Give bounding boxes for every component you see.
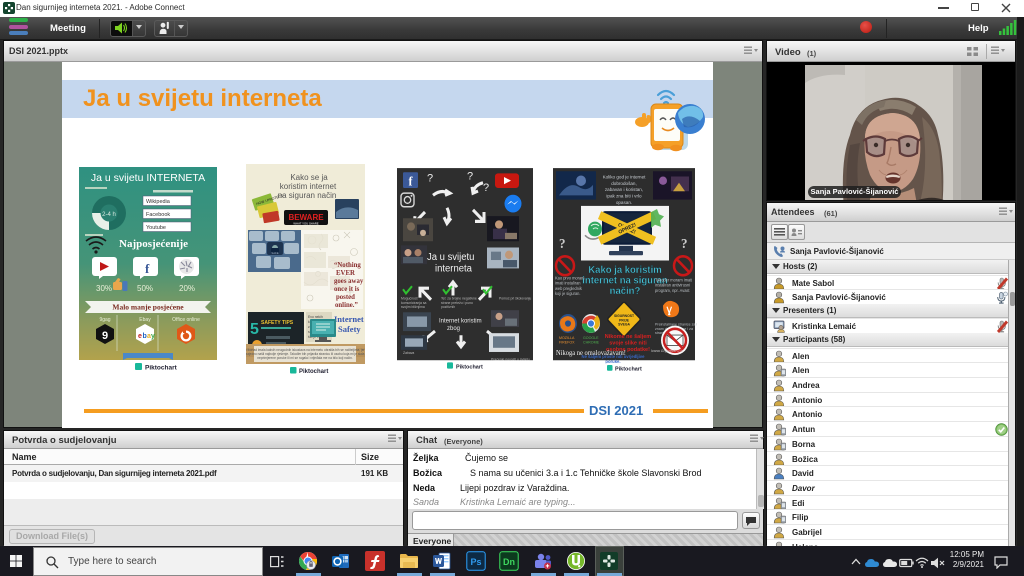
svg-text:Ps: Ps xyxy=(470,557,481,567)
svg-text:Internet koristim: Internet koristim xyxy=(439,318,482,325)
svg-text:način?: način? xyxy=(610,286,641,297)
svg-text:poruke.: poruke. xyxy=(605,359,620,364)
svg-text:na siguran način: na siguran način xyxy=(278,191,337,200)
svg-text:f: f xyxy=(145,261,150,276)
svg-text:posted: posted xyxy=(336,294,355,301)
svg-text:neprimjerene poruke ili mi se: neprimjerene poruke ili mi se rugala i v… xyxy=(257,356,353,360)
svg-text:Zabava: Zabava xyxy=(403,351,414,355)
svg-text:Piktochart: Piktochart xyxy=(615,367,642,373)
svg-text:30%: 30% xyxy=(96,284,112,293)
svg-text:SAFE: SAFE xyxy=(271,251,278,255)
svg-text:?: ? xyxy=(483,182,489,194)
svg-text:FIREFOX: FIREFOX xyxy=(559,340,575,344)
svg-text:WHAT YOU SHARE: WHAT YOU SHARE xyxy=(293,222,318,226)
svg-text:Internet: Internet xyxy=(334,314,364,324)
svg-text:2-4 h: 2-4 h xyxy=(102,212,116,218)
svg-text:svoje slike niti: svoje slike niti xyxy=(609,340,647,346)
svg-text:Ja u svijetu: Ja u svijetu xyxy=(427,252,474,263)
svg-text:koristim internet: koristim internet xyxy=(280,182,337,191)
svg-text:Pomoć pri školovanju: Pomoć pri školovanju xyxy=(499,297,531,301)
svg-text:svojim bližnjima: svojim bližnjima xyxy=(401,305,425,309)
svg-text:online.”: online.” xyxy=(335,302,358,309)
svg-text:9gag: 9gag xyxy=(99,317,110,323)
svg-text:Ja u svijetu INTERNETA: Ja u svijetu INTERNETA xyxy=(91,172,205,184)
svg-text:opasan.: opasan. xyxy=(616,200,632,205)
svg-text:Nikome ne šaljem: Nikome ne šaljem xyxy=(605,334,651,340)
svg-text:?: ? xyxy=(467,170,473,182)
svg-text:?: ? xyxy=(427,172,433,184)
svg-text:Safety: Safety xyxy=(338,324,361,334)
svg-text:once it is: once it is xyxy=(334,286,360,293)
svg-text:EVER: EVER xyxy=(336,270,355,277)
svg-text:?: ? xyxy=(559,236,565,251)
svg-text:zabavan i koristan,: zabavan i koristan, xyxy=(605,187,643,192)
svg-text:Koliko god je internet: Koliko god je internet xyxy=(603,175,647,180)
svg-text:y: y xyxy=(151,333,155,340)
svg-text:interneta: interneta xyxy=(435,263,473,274)
svg-text:Piktochart: Piktochart xyxy=(456,365,483,371)
svg-text:?: ? xyxy=(681,236,687,251)
svg-text:program, npr. Avast: program, npr. Avast xyxy=(655,288,690,293)
svg-text:Dn: Dn xyxy=(503,557,515,567)
svg-text:9: 9 xyxy=(102,330,108,342)
svg-text:Malo manje posjećene: Malo manje posjećene xyxy=(112,303,184,312)
svg-text:SAFETY TIPS: SAFETY TIPS xyxy=(261,320,294,326)
svg-text:goes away: goes away xyxy=(334,278,364,285)
svg-text:zbog: zbog xyxy=(447,325,461,332)
svg-text:pozitivnih: pozitivnih xyxy=(441,305,455,309)
svg-text:ipak zna biti i vrlo: ipak zna biti i vrlo xyxy=(606,193,642,198)
svg-text:Ebay: Ebay xyxy=(139,317,151,323)
svg-text:dobrodošan,: dobrodošan, xyxy=(611,181,637,186)
svg-text:koji je siguran.: koji je siguran. xyxy=(555,291,581,296)
svg-text:Ivana Grgurević 2.b: Ivana Grgurević 2.b xyxy=(651,349,682,353)
svg-text:Evo nekih: Evo nekih xyxy=(308,315,323,319)
svg-text:Piktochart: Piktochart xyxy=(299,369,328,375)
svg-text:Youtube: Youtube xyxy=(146,225,166,231)
svg-text:50%: 50% xyxy=(137,284,153,293)
svg-text:Facebook: Facebook xyxy=(146,212,170,218)
svg-text:CHROME: CHROME xyxy=(583,340,600,344)
svg-text:Wikipedia: Wikipedia xyxy=(146,199,171,205)
svg-text:5: 5 xyxy=(250,321,259,338)
svg-text:20%: 20% xyxy=(179,284,195,293)
svg-text:“Nothing: “Nothing xyxy=(334,262,361,269)
svg-text:Piktochart: Piktochart xyxy=(145,365,178,372)
svg-text:e: e xyxy=(138,333,142,340)
svg-text:Office online: Office online xyxy=(172,317,200,323)
svg-text:SVEGA: SVEGA xyxy=(618,323,630,327)
svg-text:Kako se ja: Kako se ja xyxy=(290,173,328,182)
svg-text:Najposjećenije: Najposjećenije xyxy=(119,238,188,250)
